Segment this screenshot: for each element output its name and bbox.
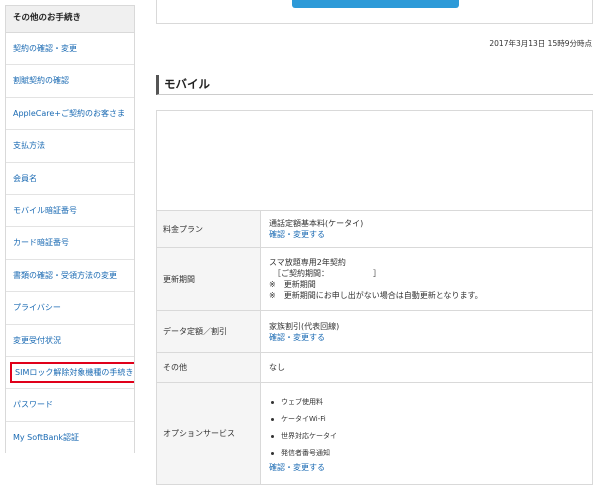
list-item: ケータイWi-Fi — [269, 411, 584, 428]
sidebar-item-label: 変更受付状況 — [13, 335, 61, 345]
data-plan-value: 家族割引(代表回線) — [269, 321, 340, 331]
renewal-value-cell: スマ放題専用2年契約 ［ご契約期間： ］ ※ 更新期間 ※ 更新期間にお申し出が… — [260, 247, 593, 311]
table-row: 料金プラン 通話定額基本料(ケータイ) 確認・変更する — [156, 210, 593, 248]
sidebar-item-label: カード暗証番号 — [13, 238, 69, 248]
list-item: 発信者番号通知 — [269, 445, 584, 462]
options-change-link[interactable]: 確認・変更する — [269, 462, 584, 473]
device-info-box — [156, 110, 593, 211]
sidebar-item-label: AppleCare+ご契約のお客さま — [13, 108, 125, 118]
renewal-label: 更新期間 — [156, 247, 261, 311]
sidebar-item-label: 契約の確認・変更 — [13, 44, 77, 53]
sidebar-title: その他のお手続き — [6, 6, 134, 33]
sidebar-item-label: My SoftBank認証 — [13, 432, 80, 442]
options-value-cell: ウェブ使用料 ケータイWi-Fi 世界対応ケータイ 発信者番号通知 確認・変更す… — [260, 382, 593, 485]
plan-label: 料金プラン — [156, 210, 261, 248]
plan-value-cell: 通話定額基本料(ケータイ) 確認・変更する — [260, 210, 593, 248]
sidebar-item-installment[interactable]: 割賦契約の確認 — [6, 65, 134, 98]
sidebar-item-sim-unlock[interactable]: SIMロック解除対象機種の手続き — [6, 357, 134, 390]
table-row: 更新期間 スマ放題専用2年契約 ［ご契約期間： ］ ※ 更新期間 ※ 更新期間に… — [156, 247, 593, 311]
table-row: その他 なし — [156, 352, 593, 383]
sidebar-item-label: 割賦契約の確認 — [13, 76, 69, 86]
sidebar-item-applecare[interactable]: AppleCare+ご契約のお客さま — [6, 98, 134, 131]
section-title: モバイル — [156, 75, 593, 95]
sidebar-item-label: 書類の確認・受領方法の変更 — [13, 270, 117, 280]
options-label: オプションサービス — [156, 382, 261, 485]
sidebar-item-privacy[interactable]: プライバシー — [6, 292, 134, 325]
other-value: なし — [260, 352, 593, 383]
renewal-note-2: ※ 更新期間にお申し出がない場合は自動更新となります。 — [269, 291, 483, 300]
sidebar-item-label: SIMロック解除対象機種の手続き — [10, 361, 134, 383]
data-plan-change-link[interactable]: 確認・変更する — [269, 332, 584, 343]
sidebar-item-label: プライバシー — [13, 303, 61, 313]
list-item: 世界対応ケータイ — [269, 428, 584, 445]
sidebar-item-softbank-auth[interactable]: My SoftBank認証 — [6, 422, 134, 454]
table-row: オプションサービス ウェブ使用料 ケータイWi-Fi 世界対応ケータイ 発信者番… — [156, 382, 593, 485]
renewal-period: ［ご契約期間： ］ — [273, 269, 381, 278]
renewal-contract: スマ放題専用2年契約 — [269, 258, 346, 267]
sidebar: その他のお手続き 契約の確認・変更 割賦契約の確認 AppleCare+ご契約の… — [5, 5, 135, 453]
sidebar-item-password[interactable]: パスワード — [6, 389, 134, 422]
top-panel — [156, 0, 593, 24]
sidebar-item-member-name[interactable]: 会員名 — [6, 163, 134, 195]
timestamp: 2017年3月13日 15時9分時点 — [489, 39, 592, 48]
other-label: その他 — [156, 352, 261, 383]
table-row: データ定額／割引 家族割引(代表回線) 確認・変更する — [156, 310, 593, 353]
sidebar-item-contract[interactable]: 契約の確認・変更 — [6, 33, 134, 66]
list-item: ウェブ使用料 — [269, 394, 584, 411]
options-list: ウェブ使用料 ケータイWi-Fi 世界対応ケータイ 発信者番号通知 — [269, 394, 584, 462]
sidebar-item-card-pin[interactable]: カード暗証番号 — [6, 227, 134, 260]
sidebar-item-label: パスワード — [13, 400, 53, 410]
sidebar-item-label: モバイル暗証番号 — [13, 205, 77, 215]
renewal-note-1: ※ 更新期間 — [269, 280, 316, 289]
top-action-button[interactable] — [292, 0, 459, 8]
data-plan-value-cell: 家族割引(代表回線) 確認・変更する — [260, 310, 593, 353]
contract-table: 料金プラン 通話定額基本料(ケータイ) 確認・変更する 更新期間 スマ放題専用2… — [156, 210, 593, 485]
sidebar-item-payment[interactable]: 支払方法 — [6, 130, 134, 163]
plan-change-link[interactable]: 確認・変更する — [269, 229, 584, 240]
sidebar-item-label: 会員名 — [13, 173, 37, 183]
sidebar-item-documents[interactable]: 書類の確認・受領方法の変更 — [6, 260, 134, 293]
sidebar-item-mobile-pin[interactable]: モバイル暗証番号 — [6, 195, 134, 228]
sidebar-item-change-status[interactable]: 変更受付状況 — [6, 325, 134, 357]
plan-value: 通話定額基本料(ケータイ) — [269, 219, 364, 228]
sidebar-item-label: 支払方法 — [13, 141, 45, 151]
data-plan-label: データ定額／割引 — [156, 310, 261, 353]
